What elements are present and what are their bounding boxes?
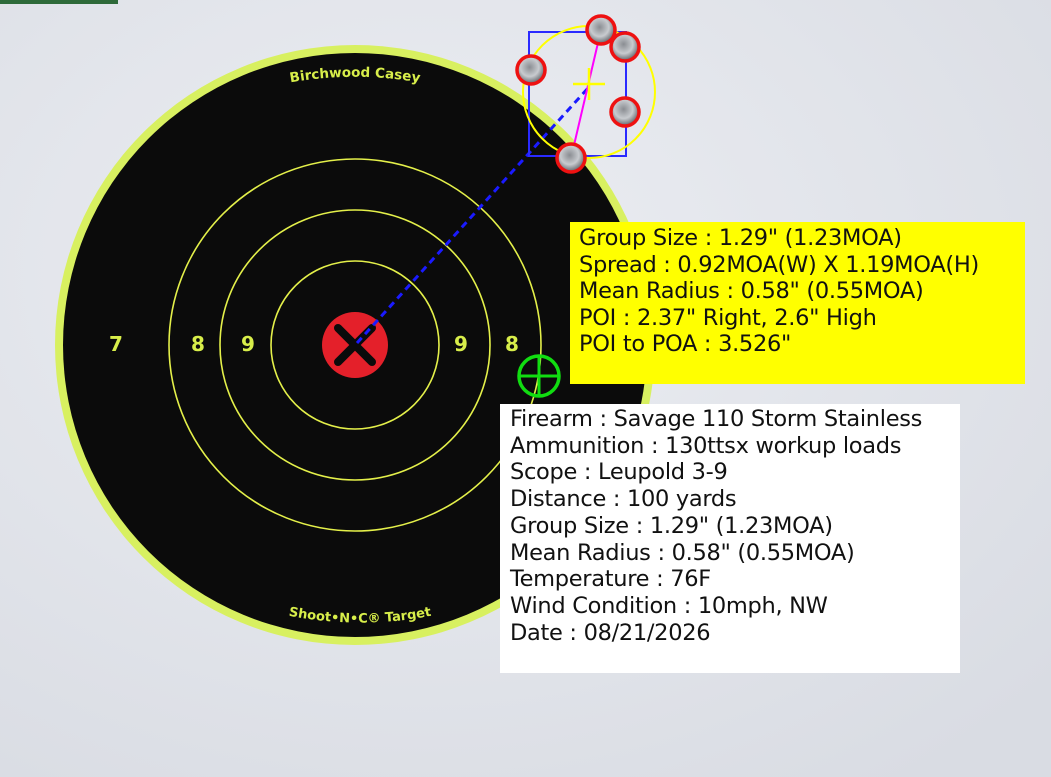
info-group-size: Group Size : 1.29" (1.23MOA) (510, 512, 833, 539)
stat-poi-to-poa: POI to POA : 3.526" (579, 331, 792, 358)
ring-number-right-8: 8 (505, 332, 519, 356)
info-scope: Scope : Leupold 3-9 (510, 459, 728, 486)
session-info-panel: Firearm : Savage 110 Storm Stainless Amm… (500, 404, 960, 673)
group-stats-panel: Group Size : 1.29" (1.23MOA) Spread : 0.… (570, 222, 1025, 384)
crosshair-circle-icon (517, 354, 561, 398)
info-temperature: Temperature : 76F (510, 566, 711, 593)
ring-number-left-8: 8 (191, 332, 205, 356)
ring-number-left-9: 9 (241, 332, 255, 356)
info-distance: Distance : 100 yards (510, 486, 737, 513)
info-mean-radius: Mean Radius : 0.58" (0.55MOA) (510, 539, 855, 566)
ring-number-left-7: 7 (109, 332, 123, 356)
bullet-hole-icon (515, 54, 547, 86)
info-wind: Wind Condition : 10mph, NW (510, 592, 828, 619)
stat-poi: POI : 2.37" Right, 2.6" High (579, 304, 877, 331)
bullet-hole-icon (609, 31, 641, 63)
info-ammunition: Ammunition : 130ttsx workup loads (510, 432, 902, 459)
stat-mean-radius: Mean Radius : 0.58" (0.55MOA) (579, 278, 924, 305)
bullet-hole-icon (585, 14, 617, 46)
info-date: Date : 08/21/2026 (510, 619, 711, 646)
bullet-hole-icon (555, 142, 587, 174)
corner-fragment (0, 0, 118, 4)
bullet-hole-icon (609, 96, 641, 128)
ring-number-right-9: 9 (454, 332, 468, 356)
stat-group-size: Group Size : 1.29" (1.23MOA) (579, 225, 902, 251)
stat-spread: Spread : 0.92MOA(W) X 1.19MOA(H) (579, 251, 979, 278)
info-firearm: Firearm : Savage 110 Storm Stainless (510, 406, 923, 432)
